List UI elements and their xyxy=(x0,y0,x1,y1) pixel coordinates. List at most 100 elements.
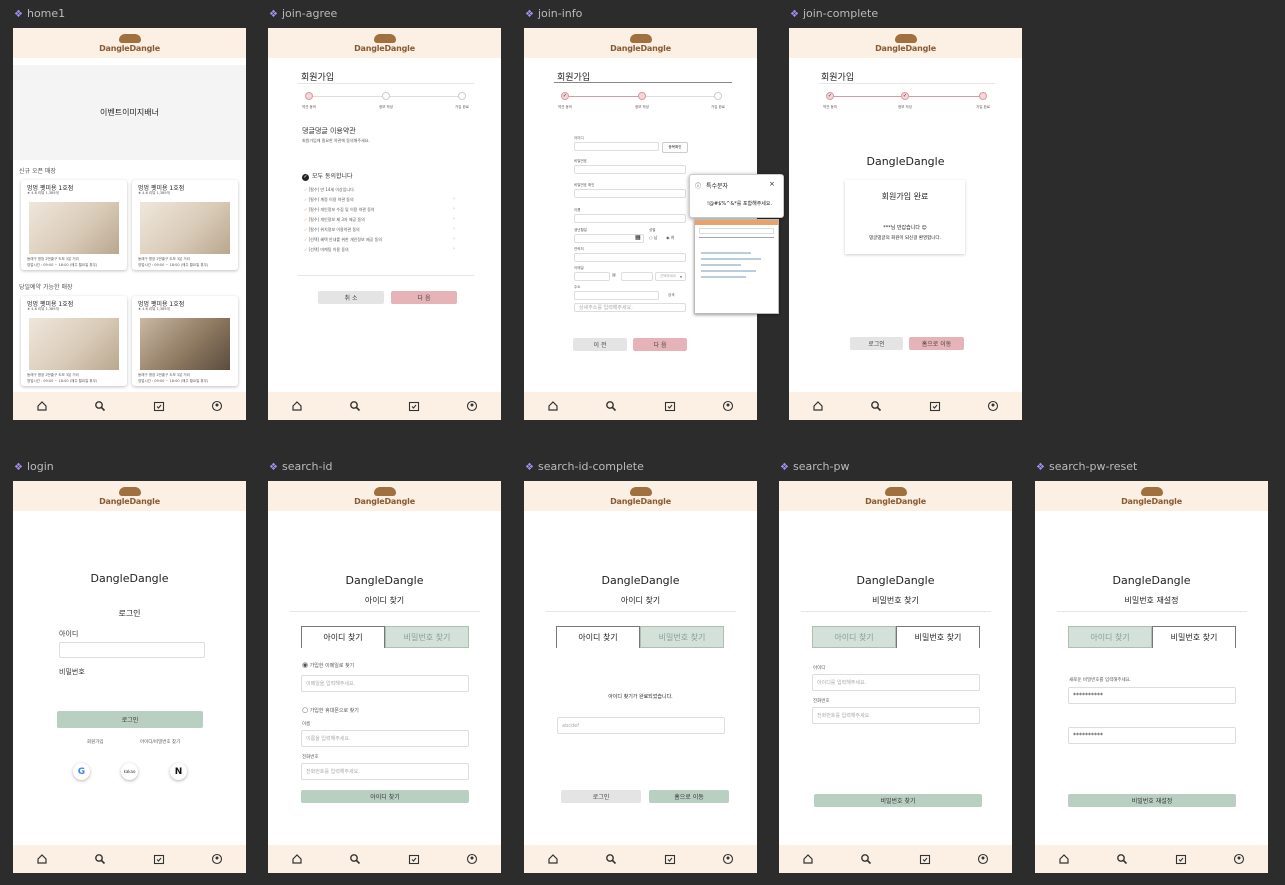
home-icon[interactable] xyxy=(291,400,303,412)
find-id-button[interactable]: 아이디 찾기 xyxy=(301,790,469,803)
radio-phone[interactable]: ○ 가입한 휴대폰으로 찾기 xyxy=(302,706,359,714)
password-input[interactable] xyxy=(574,165,686,174)
calendar-check-icon[interactable] xyxy=(929,400,941,412)
tab-find-id[interactable]: 아이디 찾기 xyxy=(301,626,385,648)
next-button[interactable]: 다 음 xyxy=(391,291,457,304)
tab-find-id[interactable]: 아이디 찾기 xyxy=(812,626,896,648)
home-icon[interactable] xyxy=(1058,853,1070,865)
shop-card[interactable]: 멍멍 펫미용 1호점 ★ 4.6 리뷰 1,389개 동래구 명장 2번출구 도… xyxy=(132,180,238,270)
term-item[interactable]: ✓ [필수] 개인정보 수집 및 이용 약관 동의 xyxy=(304,207,375,213)
tab-find-id[interactable]: 아이디 찾기 xyxy=(1068,626,1152,648)
home-icon[interactable] xyxy=(36,400,48,412)
logo-text[interactable]: DangleDangle xyxy=(1121,497,1182,506)
address-input[interactable] xyxy=(574,291,659,300)
calendar-check-icon[interactable] xyxy=(664,853,676,865)
find-password-button[interactable]: 비밀번호 찾기 xyxy=(814,794,982,807)
confirm-password-input[interactable]: ********** xyxy=(1068,727,1236,744)
birth-input[interactable] xyxy=(574,234,644,243)
calendar-check-icon[interactable] xyxy=(153,853,165,865)
calendar-check-icon[interactable] xyxy=(664,400,676,412)
logo-text[interactable]: DangleDangle xyxy=(354,44,415,53)
phone-input[interactable]: 전화번호를 입력해주세요. xyxy=(301,763,469,780)
logo-text[interactable]: DangleDangle xyxy=(354,497,415,506)
shop-card[interactable]: 멍멍 펫미용 1호점 ★ 4.6 리뷰 1,389개 동래구 명장 2번출구 도… xyxy=(21,296,127,386)
naver-login-icon[interactable]: N xyxy=(170,763,187,780)
phone-input[interactable] xyxy=(574,253,686,262)
tab-find-password[interactable]: 비밀번호 찾기 xyxy=(640,626,724,648)
calendar-icon[interactable]: ▦ xyxy=(635,234,641,241)
user-circle-icon[interactable] xyxy=(466,853,478,865)
id-input[interactable] xyxy=(59,642,205,658)
search-icon[interactable] xyxy=(349,400,361,412)
email-id-input[interactable] xyxy=(574,272,610,281)
id-input[interactable]: 아이디를 입력해주세요. xyxy=(812,674,980,691)
find-account-link[interactable]: 아이디/비밀번호 찾기 xyxy=(140,739,180,745)
id-input[interactable] xyxy=(574,142,659,151)
user-circle-icon[interactable] xyxy=(987,400,999,412)
term-item[interactable]: ✓ [필수] 개인정보 제 3자 제공 동의 xyxy=(304,217,365,223)
name-input[interactable] xyxy=(574,214,686,223)
event-banner[interactable]: 이벤트이미지배너 xyxy=(13,65,246,160)
home-icon[interactable] xyxy=(547,400,559,412)
address-detail-input[interactable]: 상세주소를 입력해주세요. xyxy=(574,303,686,312)
agree-all[interactable]: ✓ 모두 동의합니다 xyxy=(302,171,353,181)
close-icon[interactable]: × xyxy=(769,180,775,188)
user-circle-icon[interactable] xyxy=(977,853,989,865)
google-login-icon[interactable]: G xyxy=(73,763,90,780)
reset-password-button[interactable]: 비밀번호 재설정 xyxy=(1068,794,1236,807)
name-input[interactable]: 이름을 입력해주세요. xyxy=(301,730,469,747)
email-domain-select[interactable]: 선택하세요 ▾ xyxy=(655,272,686,281)
user-circle-icon[interactable] xyxy=(722,853,734,865)
signup-link[interactable]: 회원가입 xyxy=(87,739,104,745)
term-item[interactable]: ✓ [필수] 위치정보 이용약관 동의 xyxy=(304,227,360,233)
window-search-box[interactable] xyxy=(699,228,774,234)
search-icon[interactable] xyxy=(860,853,872,865)
login-button[interactable]: 로그인 xyxy=(850,337,903,350)
home-icon[interactable] xyxy=(547,853,559,865)
new-password-input[interactable]: ********** xyxy=(1068,687,1236,704)
tab-find-password[interactable]: 비밀번호 찾기 xyxy=(385,626,469,648)
logo-text[interactable]: DangleDangle xyxy=(610,44,671,53)
cancel-button[interactable]: 취 소 xyxy=(318,291,384,304)
kakao-login-icon[interactable]: kakao xyxy=(121,763,138,780)
logo-text[interactable]: DangleDangle xyxy=(99,44,160,53)
email-input[interactable]: 이메일을 입력해주세요. xyxy=(301,675,469,692)
phone-input[interactable]: 전화번호를 입력해주세요. xyxy=(812,707,980,724)
go-home-button[interactable]: 홈으로 이동 xyxy=(649,790,729,803)
go-home-button[interactable]: 홈으로 이동 xyxy=(909,337,964,350)
duplicate-check-button[interactable]: 중복확인 xyxy=(662,142,688,153)
gender-radio-female[interactable]: ◉ 여 xyxy=(666,235,674,241)
calendar-check-icon[interactable] xyxy=(919,853,931,865)
address-search-window[interactable] xyxy=(694,219,779,314)
search-icon[interactable] xyxy=(870,400,882,412)
logo-text[interactable]: DangleDangle xyxy=(865,497,926,506)
address-search-button[interactable]: 검색 xyxy=(668,293,674,298)
gender-radio-male[interactable]: ○ 남 xyxy=(649,235,657,241)
chevron-right-icon[interactable]: › › › › › › xyxy=(453,194,455,254)
calendar-check-icon[interactable] xyxy=(408,853,420,865)
term-item[interactable]: ✓ [필수] 만 14세 이상입니다. xyxy=(304,187,355,193)
term-item[interactable]: ✓ [선택] 마케팅 이용 동의 xyxy=(304,247,349,253)
user-circle-icon[interactable] xyxy=(466,400,478,412)
home-icon[interactable] xyxy=(36,853,48,865)
next-button[interactable]: 다 음 xyxy=(633,338,687,351)
logo-text[interactable]: DangleDangle xyxy=(875,44,936,53)
login-button[interactable]: 로그인 xyxy=(57,711,203,728)
user-circle-icon[interactable] xyxy=(211,853,223,865)
search-icon[interactable] xyxy=(605,400,617,412)
term-item[interactable]: ✓ [선택] 혜택 안내를 위한 개인정보 제공 동의 xyxy=(304,237,382,243)
calendar-check-icon[interactable] xyxy=(408,400,420,412)
logo-text[interactable]: DangleDangle xyxy=(610,497,671,506)
tab-find-password[interactable]: 비밀번호 찾기 xyxy=(1152,626,1236,648)
home-icon[interactable] xyxy=(802,853,814,865)
shop-card[interactable]: 멍멍 펫미용 1호점 ★ 4.6 리뷰 1,389개 동래구 명장 2번출구 도… xyxy=(21,180,127,270)
term-item[interactable]: ✓ [필수] 계정 이용 약관 동의 xyxy=(304,197,354,203)
email-domain-input[interactable] xyxy=(621,272,653,281)
user-circle-icon[interactable] xyxy=(211,400,223,412)
search-icon[interactable] xyxy=(605,853,617,865)
tab-find-id[interactable]: 아이디 찾기 xyxy=(556,626,640,648)
login-button[interactable]: 로그인 xyxy=(561,790,641,803)
password-confirm-input[interactable] xyxy=(574,189,686,198)
tab-find-password[interactable]: 비밀번호 찾기 xyxy=(896,626,980,648)
shop-card[interactable]: 멍멍 펫미용 1호점 ★ 4.6 리뷰 1,389개 동래구 명장 2번출구 도… xyxy=(132,296,238,386)
